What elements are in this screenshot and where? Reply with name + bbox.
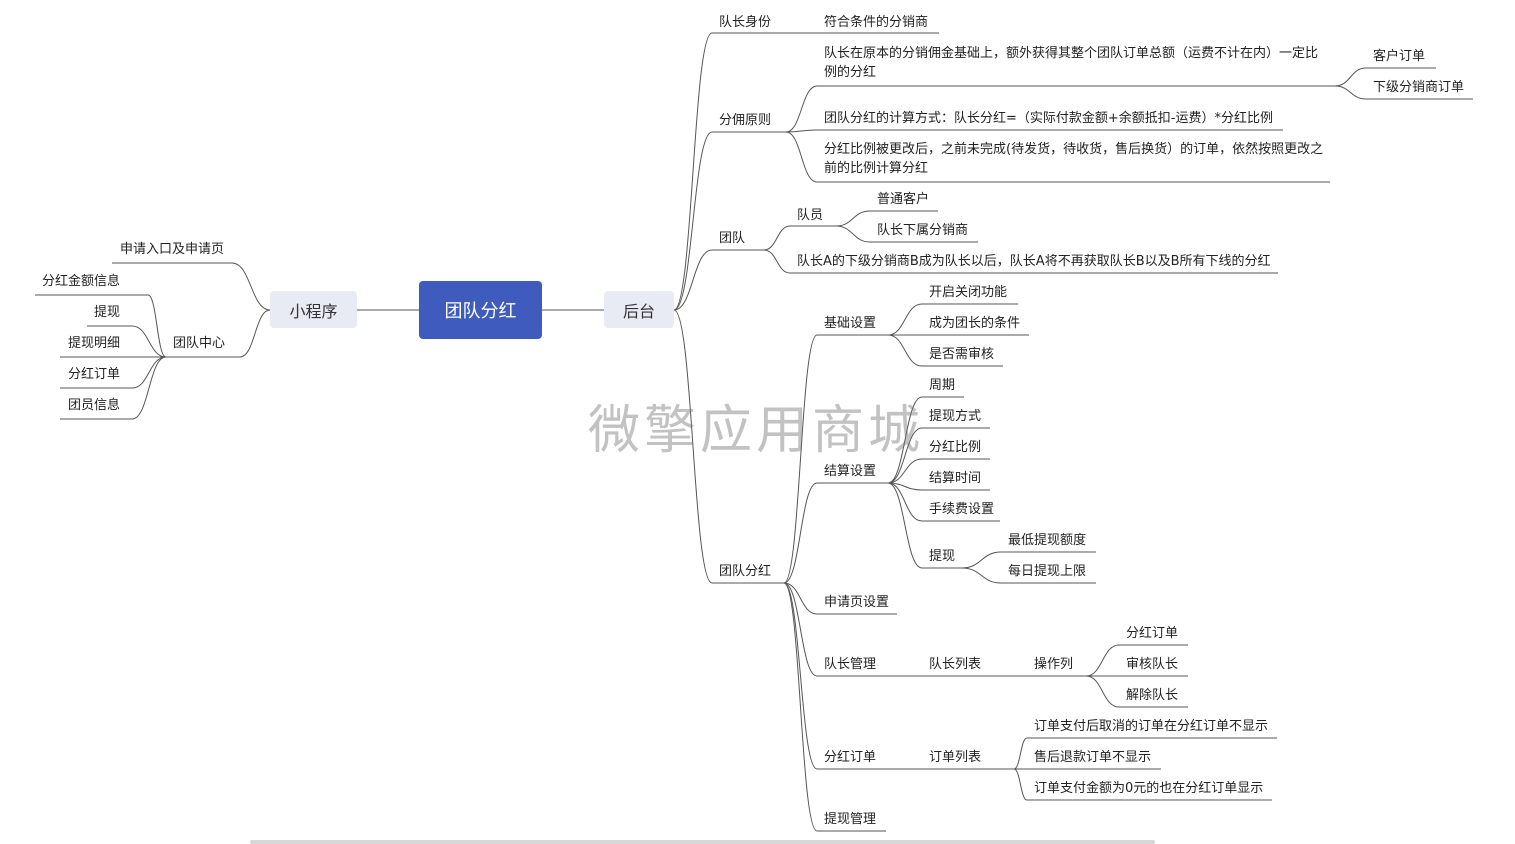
- connector-line: [961, 567, 1002, 584]
- connector-line: [763, 249, 791, 274]
- node-apply-entry[interactable]: 申请入口及申请页: [120, 240, 224, 259]
- node-basic-item[interactable]: 成为团长的条件: [929, 314, 1020, 333]
- connector-line: [1085, 644, 1120, 677]
- connector-line: [783, 482, 818, 584]
- connector-line: [131, 356, 167, 420]
- node-qualified-distributor[interactable]: 符合条件的分销商: [824, 13, 928, 32]
- node-withdraw-item[interactable]: 最低提现额度: [1008, 531, 1086, 550]
- node-captain-identity[interactable]: 队长身份: [719, 13, 771, 32]
- node-commission-rule-2[interactable]: 团队分红的计算方式：队长分红=（实际付款金额+余额抵扣-运费）*分红比例: [824, 109, 1273, 128]
- node-center-item[interactable]: 提现: [94, 303, 120, 322]
- connector-line: [835, 225, 871, 243]
- node-customer-order[interactable]: 客户订单: [1373, 47, 1425, 66]
- connector-line: [239, 309, 271, 358]
- node-settle-item[interactable]: 周期: [929, 376, 955, 395]
- node-order-rule[interactable]: 售后退款订单不显示: [1034, 748, 1151, 767]
- node-captain-management[interactable]: 队长管理: [824, 655, 876, 674]
- node-dividend-orders[interactable]: 分红订单: [824, 748, 876, 767]
- node-settle-item[interactable]: 手续费设置: [929, 500, 994, 519]
- node-basic-item[interactable]: 开启关闭功能: [929, 283, 1007, 302]
- main-node-miniprogram[interactable]: 小程序: [270, 291, 357, 328]
- node-settle-item[interactable]: 分红比例: [929, 438, 981, 457]
- connector-line: [887, 303, 923, 336]
- connector-line: [1334, 67, 1367, 87]
- node-commission-principle[interactable]: 分佣原则: [719, 111, 771, 130]
- node-commission-rule-3[interactable]: 分红比例被更改后，之前未完成(待发货，待收货，售后换货）的订单，依然按照更改之前…: [824, 140, 1324, 178]
- connector-line: [1013, 768, 1028, 801]
- node-sub-distributor-order[interactable]: 下级分销商订单: [1373, 78, 1464, 97]
- node-apply-page-settings[interactable]: 申请页设置: [824, 593, 889, 612]
- node-team-rule[interactable]: 队长A的下级分销商B成为队长以后，队长A将不再获取队长B以及B所有下线的分红: [797, 252, 1271, 271]
- node-order-rule[interactable]: 订单支付后取消的订单在分红订单不显示: [1034, 717, 1268, 736]
- connector-line: [147, 294, 167, 358]
- node-order-list[interactable]: 订单列表: [929, 748, 981, 767]
- connector-line: [783, 334, 818, 584]
- node-withdraw-item[interactable]: 每日提现上限: [1008, 562, 1086, 581]
- horizontal-scrollbar[interactable]: [250, 840, 1155, 844]
- connector-line: [887, 482, 923, 569]
- connector-line: [673, 309, 713, 584]
- connector-line: [887, 427, 923, 484]
- connector-line: [961, 551, 1002, 569]
- connector-line: [131, 356, 167, 389]
- connector-line: [1085, 675, 1120, 708]
- connector-line: [763, 225, 791, 251]
- connector-line: [785, 85, 818, 133]
- node-op-item[interactable]: 审核队长: [1126, 655, 1178, 674]
- node-center-item[interactable]: 分红金额信息: [42, 272, 120, 291]
- connector-line: [131, 325, 167, 358]
- node-team[interactable]: 团队: [719, 229, 745, 248]
- node-settle-settings[interactable]: 结算设置: [824, 462, 876, 481]
- connector-line: [887, 482, 923, 522]
- node-op-item[interactable]: 分红订单: [1126, 624, 1178, 643]
- node-op-item[interactable]: 解除队长: [1126, 686, 1178, 705]
- connector-line: [1334, 85, 1367, 100]
- node-center-item[interactable]: 团员信息: [68, 396, 120, 415]
- root-node[interactable]: 团队分红: [419, 281, 542, 339]
- connector-line: [785, 131, 818, 183]
- node-member-item[interactable]: 队长下属分销商: [877, 221, 968, 240]
- connector-line: [783, 582, 818, 770]
- node-operation-column[interactable]: 操作列: [1034, 655, 1073, 674]
- node-withdraw-management[interactable]: 提现管理: [824, 810, 876, 829]
- node-team-dividend[interactable]: 团队分红: [719, 562, 771, 581]
- connector-line: [673, 32, 713, 311]
- main-node-backend[interactable]: 后台: [604, 291, 674, 328]
- node-order-rule[interactable]: 订单支付金额为0元的也在分红订单显示: [1034, 779, 1263, 798]
- node-center-item[interactable]: 提现明细: [68, 334, 120, 353]
- connector-line: [887, 334, 923, 367]
- connector-line: [835, 210, 871, 227]
- connector-line: [783, 582, 818, 615]
- node-member-item[interactable]: 普通客户: [877, 190, 929, 209]
- node-commission-rule-1[interactable]: 队长在原本的分销佣金基础上，额外获得其整个团队订单总额（运费不计在内）一定比例的…: [824, 44, 1324, 82]
- node-basic-settings[interactable]: 基础设置: [824, 314, 876, 333]
- connector-line: [783, 582, 818, 677]
- connector-line: [783, 582, 818, 832]
- connector-line: [231, 262, 271, 311]
- node-settle-item[interactable]: 提现方式: [929, 407, 981, 426]
- node-settle-item[interactable]: 结算时间: [929, 469, 981, 488]
- node-basic-item[interactable]: 是否需审核: [929, 345, 994, 364]
- connector-line: [673, 131, 713, 311]
- node-withdraw[interactable]: 提现: [929, 547, 955, 566]
- connector-line: [1013, 737, 1028, 770]
- node-team-center[interactable]: 团队中心: [173, 334, 225, 353]
- connector-line: [887, 396, 923, 484]
- node-team-members[interactable]: 队员: [797, 206, 823, 225]
- node-center-item[interactable]: 分红订单: [68, 365, 120, 384]
- node-captain-list[interactable]: 队长列表: [929, 655, 981, 674]
